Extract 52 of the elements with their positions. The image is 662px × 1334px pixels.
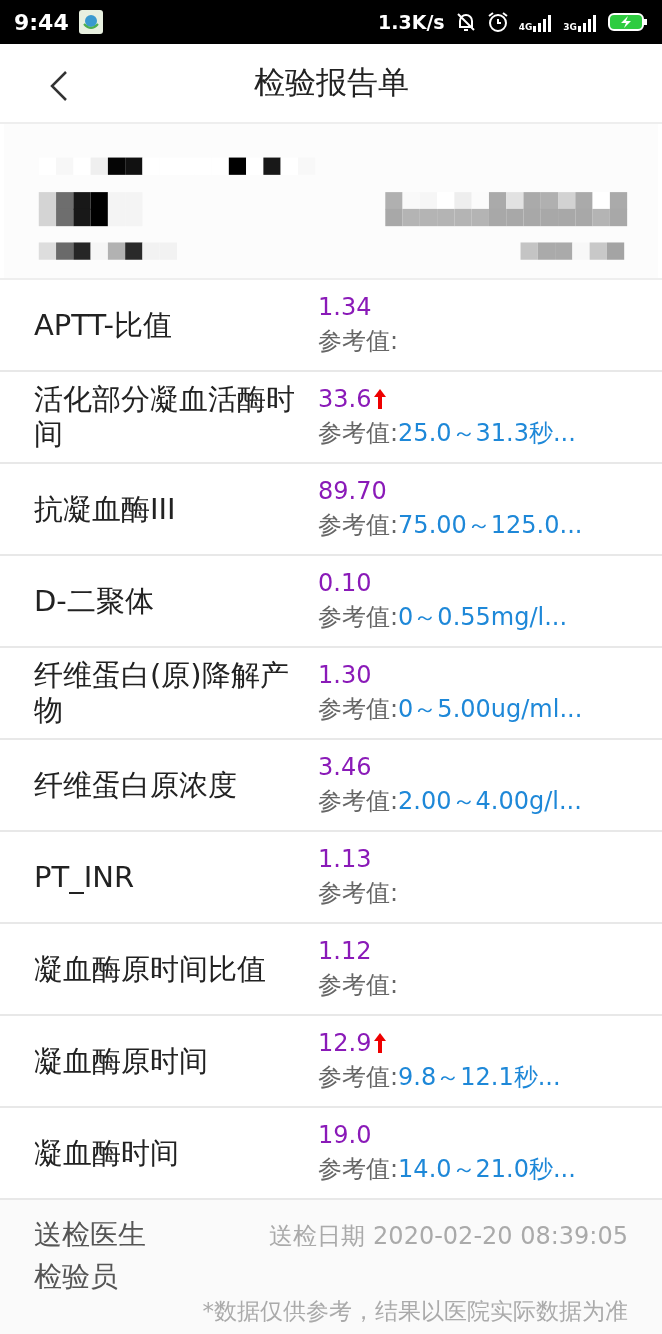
reference-label: 参考值: [318, 602, 399, 633]
test-name: D-二聚体 [34, 583, 155, 619]
test-name: 凝血酶原时间比值 [34, 951, 267, 987]
result-value: 12.9 [318, 1029, 372, 1057]
submission-date: 送检日期 2020-02-20 08:39:05 [269, 1221, 628, 1252]
network-type: 3G [563, 22, 577, 32]
doctor-label: 送检医生 [34, 1217, 146, 1253]
test-name: PT_INR [34, 859, 136, 895]
reference-label: 参考值: [318, 970, 399, 1001]
test-name: 抗凝血酶III [34, 491, 177, 527]
network-type: 4G [518, 22, 533, 32]
reference-range: 14.0～21.0秒... [398, 1154, 576, 1185]
page-title: 检验报告单 [253, 63, 409, 102]
signal-icon [533, 14, 554, 32]
reference-label: 参考值: [318, 786, 399, 817]
reference-range: 0～0.55mg/l... [398, 602, 568, 633]
disclaimer: *数据仅供参考，结果以医院实际数据为准 [202, 1297, 628, 1326]
reference-label: 参考值: [318, 510, 399, 541]
result-value: 1.30 [318, 661, 372, 689]
network-speed: 1.3K/s [378, 11, 445, 33]
result-value: 89.70 [318, 477, 387, 505]
examiner-label: 检验员 [34, 1259, 119, 1295]
signal-icon [578, 14, 598, 32]
reference-label: 参考值: [318, 878, 399, 909]
result-value: 1.13 [318, 845, 372, 873]
reference-range: 25.0～31.3秒... [398, 418, 576, 449]
reference-label: 参考值: [318, 1062, 399, 1093]
reference-range: 0～5.00ug/ml... [398, 694, 583, 725]
battery-charging-icon [608, 12, 648, 32]
result-value: 3.46 [318, 753, 372, 781]
test-name: 活化部分凝血活酶时间 [34, 382, 296, 452]
clock: 9:44 [14, 9, 69, 35]
alarm-icon [486, 11, 509, 33]
reference-label: 参考值: [318, 694, 399, 725]
test-name: APTT-比值 [34, 307, 174, 343]
reference-label: 参考值: [318, 326, 399, 357]
reference-label: 参考值: [318, 1154, 399, 1185]
test-name: 凝血酶原时间 [34, 1043, 209, 1079]
result-value: 1.34 [318, 293, 372, 321]
mute-bell-icon [454, 11, 477, 33]
reference-range: 9.8～12.1秒... [398, 1062, 561, 1093]
result-value: 0.10 [318, 569, 372, 597]
result-value: 33.6 [318, 385, 372, 413]
app-icon [78, 10, 103, 34]
reference-range: 2.00～4.00g/l... [398, 786, 582, 817]
test-name: 凝血酶时间 [34, 1135, 180, 1171]
result-value: 1.12 [318, 937, 372, 965]
result-value: 19.0 [318, 1121, 372, 1149]
reference-range: 75.00～125.0... [398, 510, 583, 541]
test-name: 纤维蛋白(原)降解产物 [34, 658, 290, 728]
reference-label: 参考值: [318, 418, 399, 449]
test-name: 纤维蛋白原浓度 [34, 767, 238, 803]
